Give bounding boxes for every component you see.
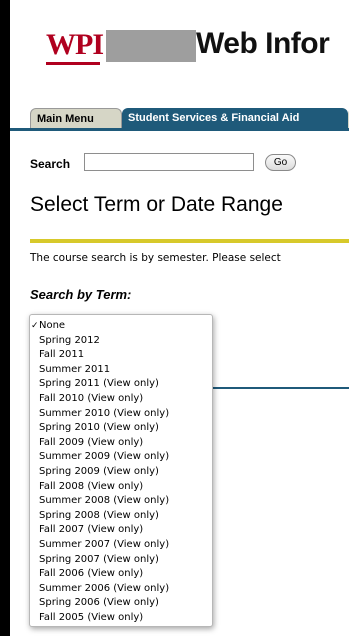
term-option[interactable]: Spring 2006 (View only) bbox=[30, 596, 212, 611]
term-option-label: Spring 2006 (View only) bbox=[39, 597, 159, 609]
term-option-label: Summer 2007 (View only) bbox=[39, 538, 170, 550]
term-option[interactable]: Spring 2008 (View only) bbox=[30, 509, 212, 524]
term-option[interactable]: Fall 2005 (View only) bbox=[30, 611, 212, 626]
term-option[interactable]: Summer 2008 (View only) bbox=[30, 494, 212, 509]
term-option[interactable]: Summer 2010 (View only) bbox=[30, 407, 212, 422]
term-option[interactable]: Fall 2007 (View only) bbox=[30, 523, 212, 538]
term-option-label: Fall 2009 (View only) bbox=[39, 436, 144, 448]
term-option-label: Summer 2006 (View only) bbox=[39, 582, 170, 594]
term-option[interactable]: Spring 2012 bbox=[30, 334, 212, 349]
page: WPI Web Infor Main Menu Student Services… bbox=[10, 0, 349, 636]
term-option[interactable]: Spring 2009 (View only) bbox=[30, 465, 212, 480]
tab-underline bbox=[10, 128, 349, 131]
term-option-label: Summer 2011 bbox=[39, 363, 111, 375]
search-by-term-label: Search by Term: bbox=[30, 287, 132, 302]
term-option[interactable]: Spring 2011 (View only) bbox=[30, 377, 212, 392]
term-option-label: Spring 2007 (View only) bbox=[39, 553, 159, 565]
term-option-label: Fall 2007 (View only) bbox=[39, 524, 144, 536]
term-option-label: Summer 2010 (View only) bbox=[39, 407, 170, 419]
term-option[interactable]: ✓ None bbox=[30, 319, 212, 334]
search-label: Search bbox=[30, 157, 71, 171]
term-option-label: Spring 2009 (View only) bbox=[39, 465, 159, 477]
term-option-label: Spring 2011 (View only) bbox=[39, 378, 159, 390]
wpi-logo[interactable]: WPI bbox=[46, 28, 104, 65]
header-banner-bar bbox=[106, 30, 196, 62]
tab-main-menu[interactable]: Main Menu bbox=[30, 108, 122, 128]
info-text: The course search is by semester. Please… bbox=[30, 252, 281, 264]
term-option-label: Fall 2006 (View only) bbox=[39, 568, 144, 580]
term-option[interactable]: Summer 2009 (View only) bbox=[30, 450, 212, 465]
term-option-label: Summer 2009 (View only) bbox=[39, 451, 170, 463]
search-input[interactable] bbox=[84, 153, 254, 171]
term-option-label: Fall 2008 (View only) bbox=[39, 480, 144, 492]
term-option[interactable]: Fall 2006 (View only) bbox=[30, 567, 212, 582]
term-option-label: Spring 2010 (View only) bbox=[39, 422, 159, 434]
divider bbox=[30, 239, 349, 243]
term-option-label: Fall 2010 (View only) bbox=[39, 392, 144, 404]
term-option[interactable]: Fall 2010 (View only) bbox=[30, 392, 212, 407]
go-button[interactable]: Go bbox=[265, 154, 296, 171]
site-title: Web Infor bbox=[196, 27, 330, 60]
term-option[interactable]: Fall 2009 (View only) bbox=[30, 436, 212, 451]
term-option-label: Spring 2012 bbox=[39, 334, 100, 346]
section-rule bbox=[200, 387, 349, 389]
term-option[interactable]: Spring 2010 (View only) bbox=[30, 421, 212, 436]
term-option-label: Fall 2011 bbox=[39, 349, 85, 361]
term-option-label: Fall 2005 (View only) bbox=[39, 611, 144, 623]
term-dropdown-list[interactable]: ✓ None Spring 2012 Fall 2011 Summer 2011 Spri… bbox=[29, 314, 213, 627]
term-option-label: Summer 2008 (View only) bbox=[39, 495, 170, 507]
term-option[interactable]: Fall 2011 bbox=[30, 348, 212, 363]
term-option-label: None bbox=[39, 320, 66, 331]
term-option[interactable]: Summer 2011 bbox=[30, 363, 212, 378]
term-option[interactable]: Summer 2006 (View only) bbox=[30, 582, 212, 597]
checkmark-icon: ✓ bbox=[31, 321, 39, 331]
page-title: Select Term or Date Range bbox=[30, 193, 283, 216]
header: WPI Web Infor bbox=[10, 20, 349, 72]
term-option[interactable]: Fall 2008 (View only) bbox=[30, 480, 212, 495]
term-option[interactable]: Summer 2007 (View only) bbox=[30, 538, 212, 553]
tab-student-services-financial-aid[interactable]: Student Services & Financial Aid bbox=[122, 108, 348, 128]
term-option[interactable]: Spring 2007 (View only) bbox=[30, 553, 212, 568]
term-option-label: Spring 2008 (View only) bbox=[39, 509, 159, 521]
